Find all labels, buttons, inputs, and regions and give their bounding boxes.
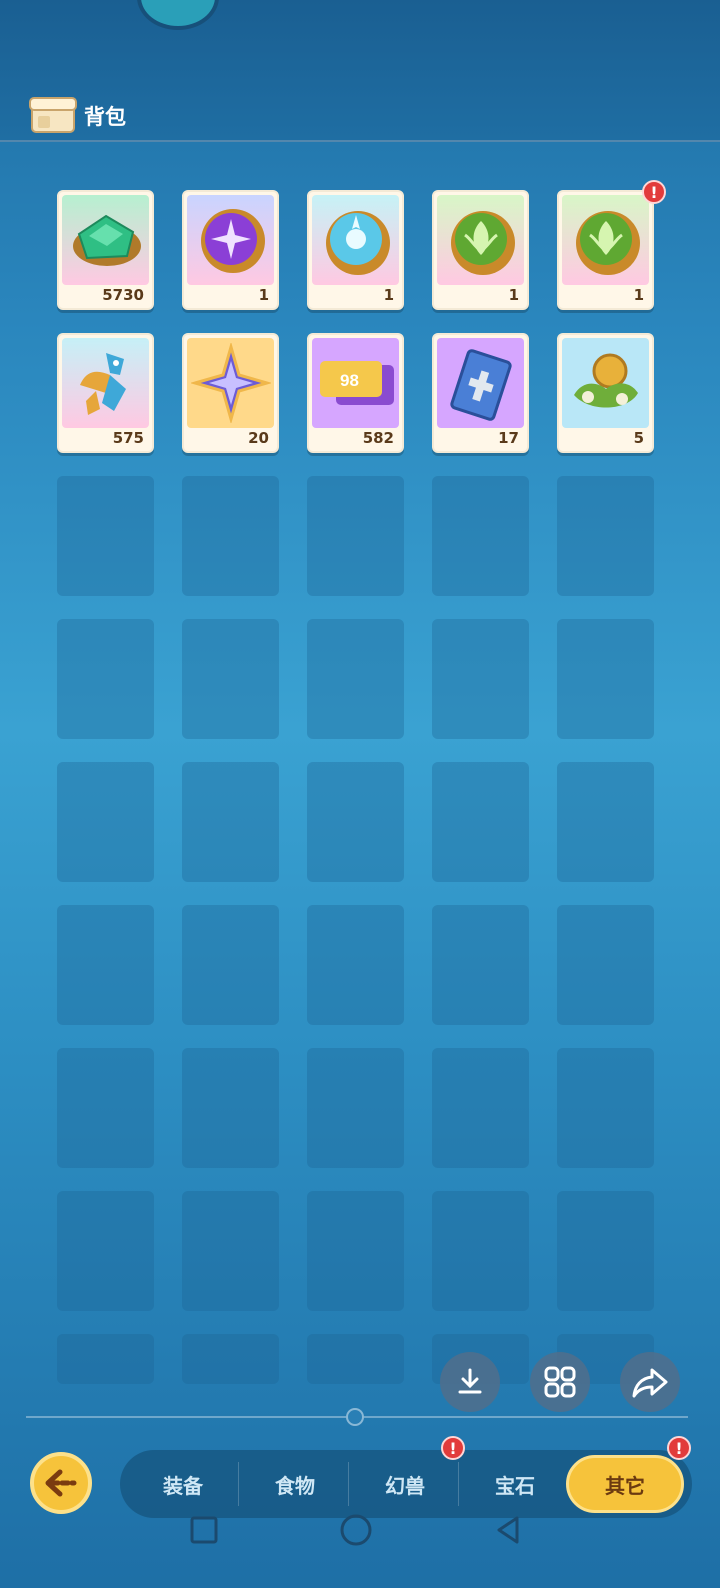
empty-slot	[57, 1048, 154, 1168]
empty-slot	[432, 476, 529, 596]
tab-gems[interactable]: 宝石	[460, 1450, 570, 1518]
inventory-slot[interactable]: 1 !	[557, 180, 666, 310]
empty-slot	[57, 476, 154, 596]
share-icon	[632, 1368, 668, 1398]
inventory-slot[interactable]: 98 582	[307, 333, 404, 453]
home-button[interactable]	[336, 1510, 376, 1550]
empty-slot	[307, 762, 404, 882]
empty-slot	[57, 762, 154, 882]
player-avatar[interactable]	[137, 0, 219, 30]
empty-slot	[57, 1191, 154, 1311]
empty-slot	[182, 905, 279, 1025]
tab-food[interactable]: 食物	[240, 1450, 350, 1518]
empty-slot	[557, 476, 654, 596]
leaf-gear-gem-icon	[437, 195, 524, 285]
tab-equipment[interactable]: 装备	[128, 1450, 238, 1518]
empty-slot	[557, 1048, 654, 1168]
empty-slot	[557, 1191, 654, 1311]
leaf-gear-gem-icon	[562, 195, 649, 285]
inventory-slot[interactable]: 1	[432, 190, 529, 310]
empty-slot	[307, 905, 404, 1025]
page-title: 背包	[84, 105, 126, 129]
grid-view-icon	[544, 1366, 576, 1398]
inventory-slot[interactable]: 1	[182, 190, 279, 310]
mecha-creature-icon	[62, 338, 149, 428]
empty-slot	[557, 905, 654, 1025]
recent-apps-button[interactable]	[184, 1510, 224, 1550]
empty-slot	[182, 1191, 279, 1311]
gold-coin-plant-icon	[562, 338, 649, 428]
empty-slot	[432, 1191, 529, 1311]
inventory-slot[interactable]: 1	[307, 190, 404, 310]
empty-slot	[432, 1048, 529, 1168]
green-gem-icon	[62, 195, 149, 285]
alert-badge: !	[642, 180, 666, 204]
gear-icon	[346, 1408, 364, 1426]
inventory-slot[interactable]: 5	[557, 333, 654, 453]
empty-slot	[182, 619, 279, 739]
bag-icon	[29, 97, 77, 133]
purple-gear-gem-icon	[187, 195, 274, 285]
empty-slot	[307, 1191, 404, 1311]
inventory-slot[interactable]: 17	[432, 333, 529, 453]
inventory-slot[interactable]: 5730	[57, 190, 154, 310]
circle-icon	[340, 1514, 372, 1546]
empty-slot	[307, 476, 404, 596]
tab-beasts[interactable]: 幻兽	[350, 1450, 460, 1518]
empty-slot	[557, 762, 654, 882]
system-back-button[interactable]	[488, 1510, 528, 1550]
empty-slot	[432, 905, 529, 1025]
grid-view-button[interactable]	[530, 1352, 590, 1412]
ticket-98-icon: 98	[312, 338, 399, 428]
empty-slot	[307, 1334, 404, 1384]
back-button[interactable]	[30, 1452, 92, 1514]
empty-slot	[57, 905, 154, 1025]
svg-text:98: 98	[340, 371, 359, 390]
empty-slot	[307, 1048, 404, 1168]
tab-separator	[458, 1462, 459, 1506]
empty-slot	[57, 619, 154, 739]
empty-slot	[557, 619, 654, 739]
share-button[interactable]	[620, 1352, 680, 1412]
empty-slot	[182, 762, 279, 882]
tab-others[interactable]: 其它	[566, 1455, 684, 1513]
inventory-slot[interactable]: 20	[182, 333, 279, 453]
tab-separator	[238, 1462, 239, 1506]
square-icon	[190, 1516, 218, 1544]
category-tabbar: 装备 食物 幻兽 宝石 其它	[120, 1450, 692, 1518]
header: 背包	[0, 0, 720, 142]
triangle-back-icon	[497, 1516, 519, 1544]
download-icon	[458, 1368, 482, 1394]
purple-star-icon	[187, 338, 274, 428]
empty-slot	[182, 1048, 279, 1168]
empty-slot	[57, 1334, 154, 1384]
empty-slot	[182, 1334, 279, 1384]
alert-badge: !	[667, 1436, 691, 1460]
back-arrow-icon	[45, 1469, 77, 1497]
empty-slot	[432, 619, 529, 739]
empty-slot	[432, 762, 529, 882]
blue-gear-gem-icon	[312, 195, 399, 285]
empty-slot	[182, 476, 279, 596]
tab-separator	[348, 1462, 349, 1506]
card-icon	[437, 338, 524, 428]
inventory-slot[interactable]: 575	[57, 333, 154, 453]
download-button[interactable]	[440, 1352, 500, 1412]
alert-badge: !	[441, 1436, 465, 1460]
empty-slot	[307, 619, 404, 739]
